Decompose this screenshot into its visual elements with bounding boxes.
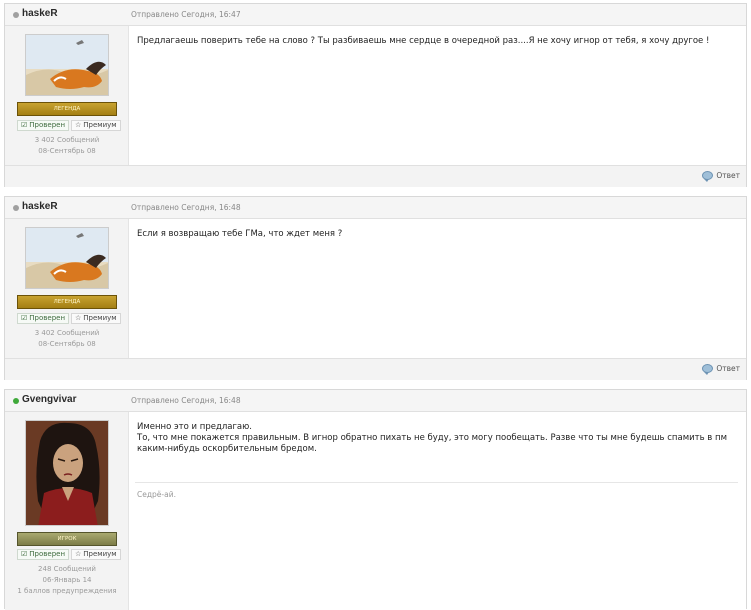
post: Gvengvivar Отправлено Сегодня, 16:48 ИГР… bbox=[4, 389, 747, 610]
check-icon: ☑ bbox=[21, 550, 28, 558]
post-header: Gvengvivar Отправлено Сегодня, 16:48 bbox=[5, 390, 746, 412]
post-count: 3 402 Сообщений bbox=[34, 136, 100, 144]
verified-badge[interactable]: ☑ Проверен bbox=[17, 120, 70, 131]
verified-label: Проверен bbox=[29, 550, 66, 558]
signature-divider bbox=[135, 482, 738, 483]
post-body: ЛЕГЕНДА ☑ Проверен ☆ Премиум 3 402 Сообщен… bbox=[5, 219, 746, 358]
post-header: haskeR Отправлено Сегодня, 16:48 bbox=[5, 197, 746, 219]
speech-bubble-icon bbox=[702, 364, 714, 375]
post-date: Отправлено Сегодня, 16:48 bbox=[131, 203, 241, 212]
speech-bubble-icon bbox=[702, 171, 714, 182]
author-panel: ИГРОК ☑ Проверен ☆ Премиум 248 Сообщений 0… bbox=[5, 412, 129, 610]
post-footer: Ответ bbox=[5, 358, 746, 380]
rank-badge: ИГРОК bbox=[17, 532, 117, 546]
post: haskeR Отправлено Сегодня, 16:47 ЛЕГЕНДА… bbox=[4, 3, 747, 187]
reply-label: Ответ bbox=[716, 364, 740, 373]
verified-label: Проверен bbox=[29, 121, 66, 129]
warning-points[interactable]: 1 баллов предупреждения bbox=[5, 587, 129, 595]
post-count: 3 402 Сообщений bbox=[34, 329, 100, 337]
premium-label: Премиум bbox=[83, 121, 117, 129]
premium-badge[interactable]: ☆ Премиум bbox=[71, 120, 121, 131]
post-text: Предлагаешь поверить тебе на слово ? Ты … bbox=[137, 36, 710, 46]
premium-badge[interactable]: ☆ Премиум bbox=[71, 549, 121, 560]
author-panel: ЛЕГЕНДА ☑ Проверен ☆ Премиум 3 402 Сообщен… bbox=[5, 26, 129, 165]
join-date: 08-Сентябрь 08 bbox=[38, 147, 96, 155]
post-text: Именно это и предлагаю. То, что мне пока… bbox=[137, 422, 738, 455]
join-date: 08-Сентябрь 08 bbox=[38, 340, 96, 348]
online-status-icon bbox=[13, 398, 19, 404]
star-icon: ☆ bbox=[75, 121, 82, 129]
post-date: Отправлено Сегодня, 16:47 bbox=[131, 10, 241, 19]
premium-badge[interactable]: ☆ Премиум bbox=[71, 313, 121, 324]
post-text-line: Именно это и предлагаю. bbox=[137, 422, 252, 432]
rank-badge: ЛЕГЕНДА bbox=[17, 295, 117, 309]
check-icon: ☑ bbox=[21, 314, 28, 322]
post-text-line: То, что мне покажется правильным. В игно… bbox=[137, 433, 727, 454]
offline-status-icon bbox=[13, 12, 19, 18]
author-panel: ЛЕГЕНДА ☑ Проверен ☆ Премиум 3 402 Сообщен… bbox=[5, 219, 129, 358]
avatar[interactable] bbox=[25, 34, 109, 96]
verified-badge[interactable]: ☑ Проверен bbox=[17, 549, 70, 560]
post-text: Если я возвращаю тебе ГМа, что ждет меня… bbox=[137, 229, 343, 239]
post: haskeR Отправлено Сегодня, 16:48 ЛЕГЕНДА… bbox=[4, 196, 747, 380]
author-name[interactable]: haskeR bbox=[22, 8, 58, 19]
post-count: 248 Сообщений bbox=[38, 565, 96, 573]
post-body: ИГРОК ☑ Проверен ☆ Премиум 248 Сообщений 0… bbox=[5, 412, 746, 610]
post-body: ЛЕГЕНДА ☑ Проверен ☆ Премиум 3 402 Сообщен… bbox=[5, 26, 746, 165]
reply-label: Ответ bbox=[716, 171, 740, 180]
rank-badge: ЛЕГЕНДА bbox=[17, 102, 117, 116]
post-footer: Ответ bbox=[5, 165, 746, 187]
premium-label: Премиум bbox=[83, 550, 117, 558]
post-header: haskeR Отправлено Сегодня, 16:47 bbox=[5, 4, 746, 26]
signature: Седрё-ай. bbox=[137, 490, 176, 499]
star-icon: ☆ bbox=[75, 314, 82, 322]
premium-label: Премиум bbox=[83, 314, 117, 322]
post-date: Отправлено Сегодня, 16:48 bbox=[131, 396, 241, 405]
verified-badge[interactable]: ☑ Проверен bbox=[17, 313, 70, 324]
author-name[interactable]: haskeR bbox=[22, 201, 58, 212]
check-icon: ☑ bbox=[21, 121, 28, 129]
verified-label: Проверен bbox=[29, 314, 66, 322]
avatar[interactable] bbox=[25, 420, 109, 526]
star-icon: ☆ bbox=[75, 550, 82, 558]
reply-button[interactable]: Ответ bbox=[702, 171, 740, 182]
reply-button[interactable]: Ответ bbox=[702, 364, 740, 375]
avatar[interactable] bbox=[25, 227, 109, 289]
author-name[interactable]: Gvengvivar bbox=[22, 394, 76, 405]
offline-status-icon bbox=[13, 205, 19, 211]
join-date: 06-Январь 14 bbox=[42, 576, 92, 584]
